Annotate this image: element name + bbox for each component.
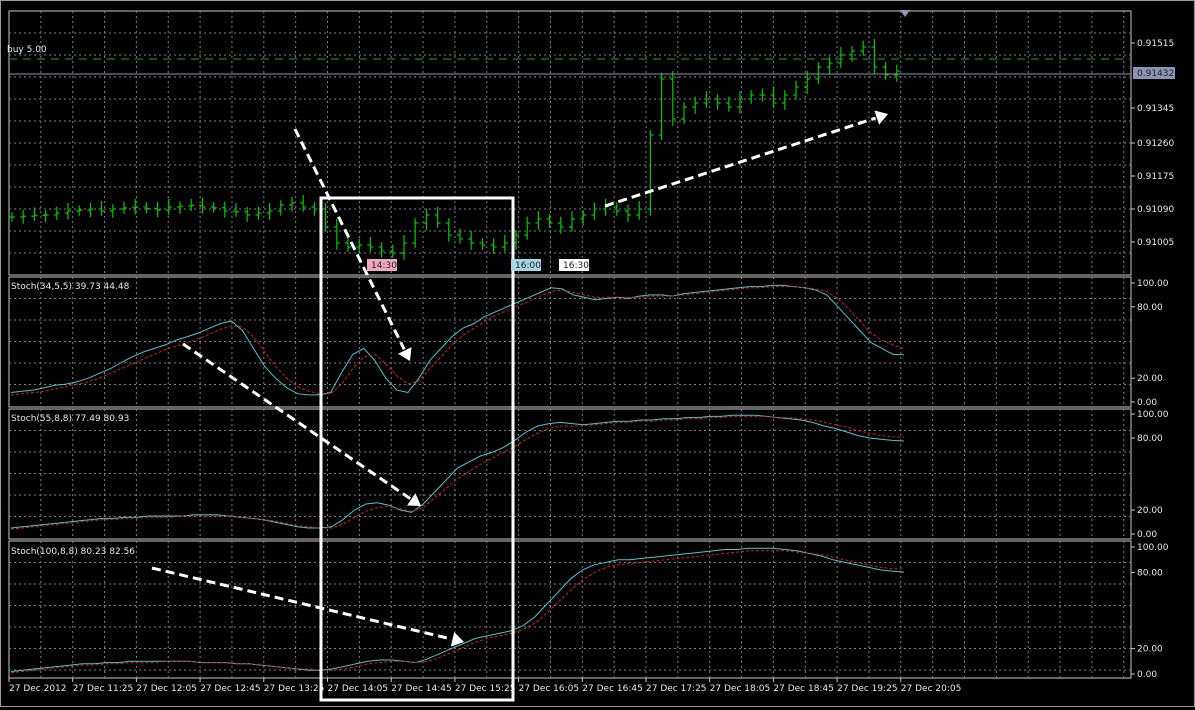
price-tick-label: 0.91345 [1137, 104, 1174, 114]
stoch3-title: Stoch(100,8,8) 80.23 82.56 [11, 547, 135, 557]
stoch-tick-label: 80.00 [1137, 568, 1163, 578]
price-tick-label: 0.91260 [1137, 139, 1174, 149]
stoch-tick-label: 0.00 [1137, 530, 1157, 540]
stoch-tick-label: 20.00 [1137, 506, 1163, 516]
chart-window: 0.91515 0.91345 0.91260 0.91175 0.91090 0.910… [0, 0, 1195, 707]
stoch-tick-label: 100.00 [1137, 279, 1169, 289]
stoch2-title: Stoch(55,8,8) 77.49 80.93 [11, 414, 129, 424]
x-tick-label: 27 Dec 20:05 [901, 684, 962, 694]
stoch-tick-label: 100.00 [1137, 543, 1169, 553]
price-tick-label: 0.91005 [1137, 238, 1174, 248]
grid-layer [8, 10, 1132, 679]
x-tick-label: 27 Dec 17:25 [646, 684, 707, 694]
x-tick-label: 27 Dec 14:45 [391, 684, 452, 694]
stoch-tick-label: 0.00 [1137, 398, 1157, 408]
stoch1-title: Stoch(34,5,5) 39.73 44.48 [11, 282, 130, 292]
x-tick-label: 27 Dec 18:05 [710, 684, 771, 694]
chart-svg: 0.91515 0.91345 0.91260 0.91175 0.91090 0.910… [7, 10, 1175, 702]
x-tick-label: 27 Dec 12:05 [136, 684, 197, 694]
x-tick-label: 27 Dec 2012 [9, 684, 67, 694]
x-tick-label: 27 Dec 19:25 [837, 684, 898, 694]
stoch-tick-label: 80.00 [1137, 303, 1163, 313]
time-marker-1600-text: 16:00 [515, 261, 541, 271]
price-tick-label: 0.91090 [1137, 205, 1174, 215]
time-marker-1600: 16:00 [511, 259, 541, 271]
x-tick-label: 27 Dec 15:25 [455, 684, 516, 694]
time-marker-1630-text: 16:30 [563, 261, 589, 271]
x-tick-label: 27 Dec 13:25 [264, 684, 325, 694]
order-label: buy 5.00 [7, 45, 47, 55]
x-tick-label: 27 Dec 14:05 [328, 684, 389, 694]
time-marker-1430-text: 14:30 [371, 261, 397, 271]
price-tick-label: 0.91515 [1137, 39, 1174, 49]
stoch-tick-label: 80.00 [1137, 434, 1163, 444]
time-marker-1430: 14:30 [367, 259, 397, 271]
stoch-tick-label: 100.00 [1137, 410, 1169, 420]
x-tick-label: 27 Dec 16:45 [582, 684, 643, 694]
stoch-tick-label: 20.00 [1137, 645, 1163, 655]
current-price-text: 0.91432 [1137, 69, 1174, 79]
x-tick-label: 27 Dec 16:05 [519, 684, 580, 694]
panel-frame-3 [8, 540, 1132, 679]
x-tick-label: 27 Dec 18:45 [773, 684, 834, 694]
time-marker-1630: 16:30 [559, 259, 589, 271]
x-tick-label: 27 Dec 11:25 [73, 684, 134, 694]
price-tick-label: 0.91175 [1137, 172, 1174, 182]
current-price-tag: 0.91432 [1133, 67, 1175, 79]
stoch-tick-label: 20.00 [1137, 374, 1163, 384]
x-tick-label: 27 Dec 12:45 [200, 684, 261, 694]
stoch-tick-label: 0.00 [1137, 670, 1157, 680]
